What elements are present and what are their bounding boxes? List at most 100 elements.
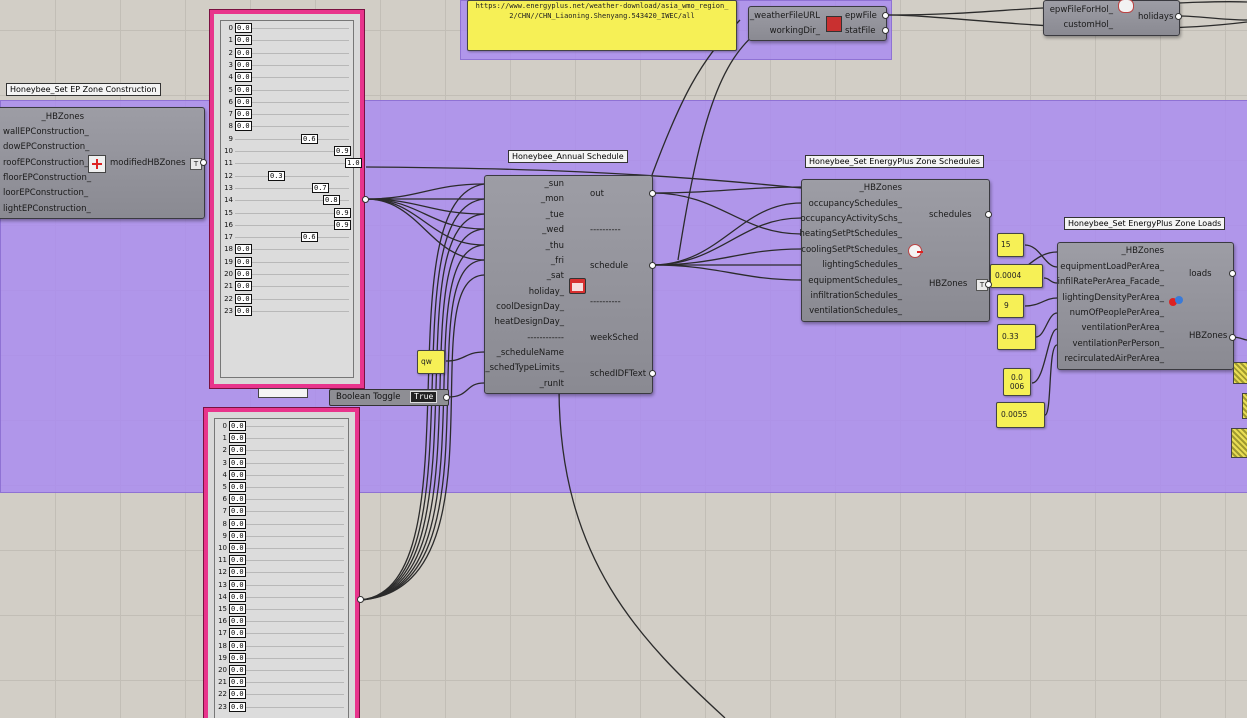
graph-top-handle[interactable] bbox=[258, 388, 308, 398]
graph-value[interactable]: 0.0 bbox=[229, 665, 246, 675]
construction-component[interactable]: _HBZones wallEPConstruction_ dowEPConstr… bbox=[0, 107, 205, 219]
input-infiltration: infiltrationSchedules_ bbox=[810, 291, 902, 301]
graph-value[interactable]: 0.0 bbox=[229, 689, 246, 700]
graph-value[interactable]: 0.0 bbox=[229, 457, 246, 468]
graph-value[interactable]: 0.0 bbox=[235, 109, 252, 120]
graph-value[interactable]: 0.0 bbox=[229, 482, 246, 492]
graph-value[interactable]: 0.0 bbox=[235, 96, 252, 107]
infil-rate-panel[interactable]: 0.0004 bbox=[990, 264, 1043, 288]
output-separator-1: ---------- bbox=[590, 225, 621, 235]
input-recirculated-air: recirculatedAirPerArea_ bbox=[1064, 354, 1165, 364]
url-panel[interactable]: https://www.energyplus.net/weather-downl… bbox=[467, 0, 737, 51]
graph-value[interactable]: 0.8 bbox=[323, 195, 340, 206]
toggle-label: Boolean Toggle bbox=[336, 392, 401, 402]
graph-value[interactable]: 0.0 bbox=[235, 269, 252, 279]
graph-value[interactable]: 0.0 bbox=[229, 506, 246, 517]
graph-value[interactable]: 0.0 bbox=[229, 469, 246, 480]
equipment-load-panel[interactable]: 15 bbox=[997, 233, 1024, 257]
port[interactable] bbox=[649, 190, 656, 197]
port[interactable] bbox=[1175, 13, 1182, 20]
hatched-panel-1[interactable] bbox=[1233, 362, 1247, 384]
graph-value[interactable]: 0.0 bbox=[235, 35, 252, 46]
port[interactable] bbox=[357, 596, 364, 603]
grasshopper-canvas[interactable]: https://www.energyplus.net/weather-downl… bbox=[0, 0, 1247, 718]
schedule-graph-top[interactable]: 0 0.0 1 0.0 2 0.0 3 0.0 4 0.0 5 0.0 6 0.0 7 0.0 8 0.0 9 0.6… bbox=[210, 10, 364, 388]
graph-value[interactable]: 0.0 bbox=[235, 293, 252, 304]
graph-value[interactable]: 0.0 bbox=[229, 701, 246, 712]
input-equipment-load: equipmentLoadPerArea_ bbox=[1060, 262, 1164, 272]
graph-value[interactable]: 0.6 bbox=[301, 232, 318, 243]
port[interactable] bbox=[443, 394, 450, 401]
graph-value[interactable]: 0.0 bbox=[235, 47, 252, 58]
graph-value[interactable]: 0.0 bbox=[229, 445, 246, 456]
graph-value[interactable]: 0.0 bbox=[235, 244, 252, 255]
graph-value[interactable]: 0.9 bbox=[334, 207, 351, 218]
hatched-panel-2[interactable] bbox=[1242, 393, 1247, 419]
input-lighting-density: lightingDensityPerArea_ bbox=[1062, 293, 1164, 303]
toggle-value[interactable]: True bbox=[410, 391, 438, 403]
graph-value[interactable]: 0.0 bbox=[229, 518, 246, 529]
ventilation-area-panel[interactable]: 0.0 006 bbox=[1003, 368, 1031, 396]
people-per-area-panel[interactable]: 0.33 bbox=[997, 324, 1036, 350]
hatched-panel-3[interactable] bbox=[1231, 428, 1247, 458]
graph-value[interactable]: 0.0 bbox=[229, 555, 246, 566]
graph-gridline bbox=[229, 621, 344, 623]
graph-gridline bbox=[235, 187, 349, 189]
graph-value[interactable]: 0.0 bbox=[229, 616, 246, 627]
input-skylight: lightEPConstruction_ bbox=[3, 204, 91, 214]
graph-value[interactable]: 0.0 bbox=[229, 579, 246, 590]
graph-value[interactable]: 0.0 bbox=[235, 23, 252, 33]
schedule-name-panel[interactable]: qw bbox=[417, 350, 445, 374]
graph-value[interactable]: 0.0 bbox=[229, 652, 246, 663]
graph-value[interactable]: 0.0 bbox=[229, 433, 246, 444]
graph-value[interactable]: 0.0 bbox=[229, 628, 246, 639]
port[interactable] bbox=[1229, 334, 1236, 341]
weather-download-component[interactable]: _weatherFileURL workingDir_ epwFile stat… bbox=[748, 6, 887, 41]
graph-value[interactable]: 1.0 bbox=[345, 158, 362, 169]
graph-value[interactable]: 0.0 bbox=[235, 256, 252, 267]
graph-value[interactable]: 0.9 bbox=[334, 219, 351, 230]
graph-value[interactable]: 0.9 bbox=[334, 146, 351, 156]
port[interactable] bbox=[200, 159, 207, 166]
graph-value[interactable]: 0.0 bbox=[229, 591, 246, 602]
graph-value[interactable]: 0.0 bbox=[229, 640, 246, 651]
port[interactable] bbox=[362, 196, 369, 203]
graph-value[interactable]: 0.0 bbox=[229, 543, 246, 553]
graph-value[interactable]: 0.0 bbox=[229, 494, 246, 505]
port[interactable] bbox=[649, 262, 656, 269]
graph-value[interactable]: 0.0 bbox=[235, 84, 252, 95]
graph-value[interactable]: 0.0 bbox=[229, 567, 246, 578]
graph-value[interactable]: 0.0 bbox=[229, 604, 246, 614]
schedule-graph-bottom[interactable]: 0 0.0 1 0.0 2 0.0 3 0.0 4 0.0 5 0.0 6 0.0 7 0.0 8 0.0 9 0.0… bbox=[204, 408, 359, 718]
graph-value[interactable]: 0.0 bbox=[235, 121, 252, 132]
holiday-component[interactable]: epwFileForHol_ customHol_ holidays bbox=[1043, 0, 1180, 36]
graph-value[interactable]: 0.0 bbox=[235, 281, 252, 292]
port[interactable] bbox=[1229, 270, 1236, 277]
graph-hour-label: 6 bbox=[228, 97, 233, 106]
graph-hour-label: 22 bbox=[218, 690, 227, 699]
zone-loads-component[interactable]: _HBZones equipmentLoadPerArea_ infilRate… bbox=[1057, 242, 1234, 370]
boolean-toggle[interactable]: Boolean Toggle True bbox=[329, 389, 449, 406]
graph-value[interactable]: 0.7 bbox=[312, 182, 329, 193]
zone-schedules-component[interactable]: _HBZones occupancySchedules_ occupancyAc… bbox=[800, 179, 990, 322]
graph-value[interactable]: 0.0 bbox=[229, 530, 246, 541]
port[interactable] bbox=[882, 27, 889, 34]
annual-schedule-component[interactable]: _sun _mon _tue _wed _thu _fri _sat holid… bbox=[484, 175, 653, 394]
graph-value[interactable]: 0.0 bbox=[235, 305, 252, 316]
input-occupancy: occupancySchedules_ bbox=[808, 199, 902, 209]
graph-gridline bbox=[235, 52, 349, 54]
ventilation-person-panel[interactable]: 0.0055 bbox=[996, 402, 1045, 428]
port[interactable] bbox=[649, 370, 656, 377]
graph-value[interactable]: 0.0 bbox=[229, 677, 246, 688]
graph-value[interactable]: 0.0 bbox=[229, 421, 246, 431]
port[interactable] bbox=[985, 211, 992, 218]
port[interactable] bbox=[985, 281, 992, 288]
graph-value[interactable]: 0.0 bbox=[235, 59, 252, 70]
graph-value[interactable]: 0.0 bbox=[235, 72, 252, 83]
port[interactable] bbox=[882, 12, 889, 19]
graph-gridline bbox=[235, 101, 349, 103]
graph-gridline bbox=[229, 511, 344, 513]
graph-value[interactable]: 0.6 bbox=[301, 133, 318, 144]
graph-value[interactable]: 0.3 bbox=[268, 170, 285, 181]
lighting-density-panel[interactable]: 9 bbox=[997, 294, 1024, 318]
